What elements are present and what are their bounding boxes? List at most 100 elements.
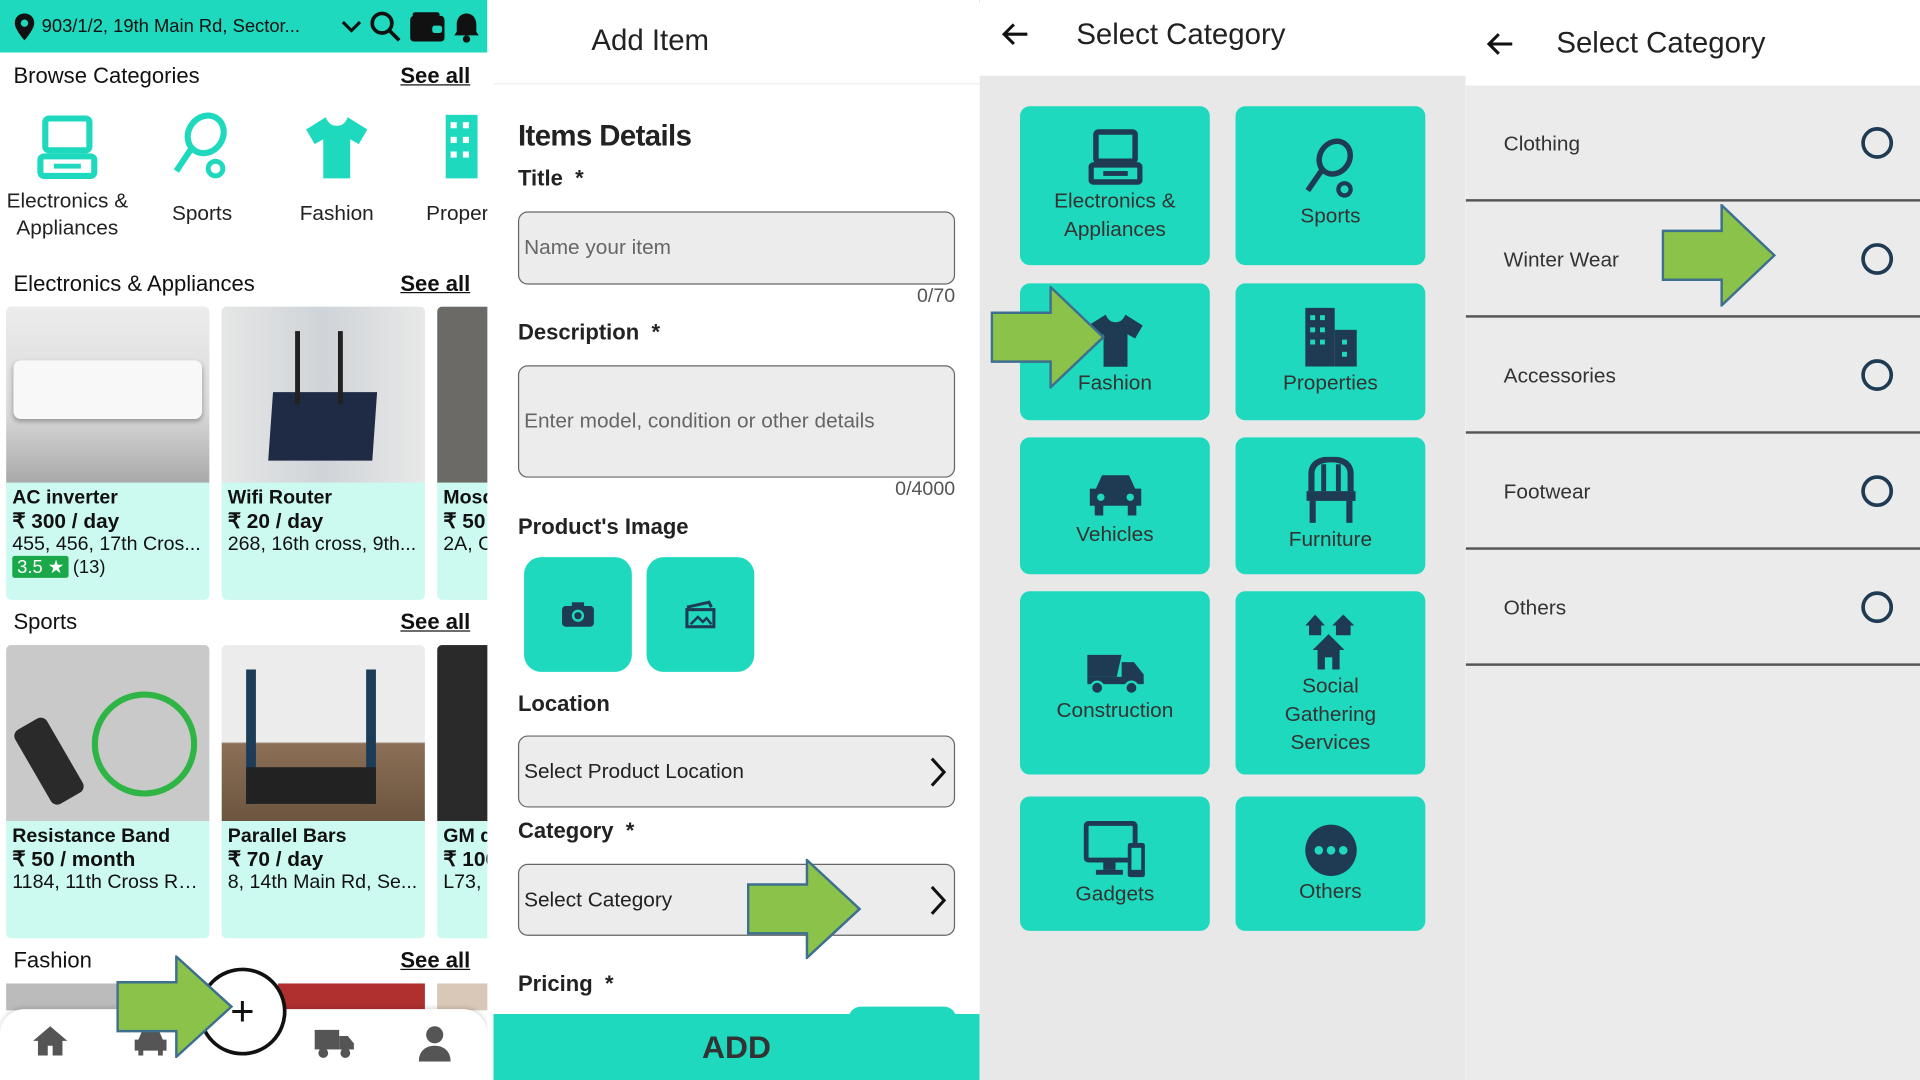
location-select-text: Select Product Location (524, 759, 744, 783)
product-address: 2A, C (443, 533, 487, 555)
tile-furniture[interactable]: Furniture (1235, 437, 1426, 575)
devices-icon (1083, 820, 1145, 878)
see-all-link[interactable]: See all (400, 271, 470, 297)
radio-button[interactable] (1861, 127, 1894, 159)
see-all-link[interactable]: See all (400, 948, 470, 974)
tile-social-gathering[interactable]: Social Gathering Services (1235, 591, 1426, 775)
title-input[interactable]: Name your item (517, 211, 956, 285)
product-card[interactable]: GM d ₹ 100 L73, (437, 645, 488, 939)
location-text[interactable]: 903/1/2, 19th Main Rd, Sector... (42, 16, 333, 37)
home-icon[interactable] (32, 1024, 69, 1064)
product-image-label: Product's Image (517, 514, 689, 539)
tile-label: Electronics & Appliances (1054, 189, 1176, 241)
radio-button[interactable] (1861, 243, 1894, 275)
product-name: Parallel Bars (227, 825, 347, 847)
tile-sports[interactable]: Sports (1235, 106, 1426, 266)
option-others[interactable]: Others (1465, 550, 1920, 666)
option-label: Others (1503, 596, 1567, 620)
tile-gadgets[interactable]: Gadgets (1020, 796, 1210, 931)
product-address: 8, 14th Main Rd, Se... (227, 872, 418, 894)
description-input[interactable]: Enter model, condition or other details (517, 365, 956, 478)
tile-label: Vehicles (1076, 522, 1154, 547)
product-name: Resistance Band (12, 825, 171, 847)
category-electronics[interactable]: Electronics & Appliances (0, 108, 135, 242)
section-title: Browse Categories (13, 63, 200, 88)
wallet-icon[interactable] (409, 10, 446, 42)
profile-icon[interactable] (418, 1025, 451, 1068)
tile-electronics[interactable]: Electronics & Appliances (1020, 106, 1210, 266)
product-name: GM d (443, 825, 488, 847)
radio-button[interactable] (1861, 475, 1894, 508)
back-arrow-icon[interactable] (1486, 32, 1514, 63)
product-image (221, 645, 425, 821)
chevron-right-icon (930, 757, 947, 786)
tile-construction[interactable]: Construction (1020, 591, 1210, 775)
bell-icon[interactable] (453, 10, 480, 43)
add-item-screen: Add Item Items Details Title * Name your… (493, 0, 980, 1080)
category-properties[interactable]: Proper (416, 108, 487, 228)
title-label-text: Title (517, 166, 563, 191)
product-address: 455, 456, 17th Cros... (12, 533, 201, 555)
category-label: Proper (426, 201, 488, 225)
racket-icon (173, 112, 227, 179)
add-button[interactable]: ADD (493, 1014, 980, 1080)
see-all-link[interactable]: See all (400, 64, 470, 90)
product-card[interactable]: Parallel Bars ₹ 70 / day 8, 14th Main Rd… (221, 645, 425, 939)
category-fashion[interactable]: Fashion (282, 108, 392, 228)
tile-vehicles[interactable]: Vehicles (1020, 437, 1210, 575)
laptop-icon (1087, 129, 1142, 185)
back-arrow-icon[interactable] (1001, 22, 1029, 53)
annotation-arrow-icon (746, 858, 862, 960)
tile-properties[interactable]: Properties (1235, 283, 1426, 421)
camera-button[interactable] (524, 557, 632, 672)
category-grid: Electronics & Appliances Sports Fashion … (979, 75, 1466, 1080)
product-card[interactable]: AC inverter ₹ 300 / day 455, 456, 17th C… (6, 306, 210, 600)
product-card[interactable]: Mosq ₹ 50 2A, C (437, 306, 488, 600)
section-title: Electronics & Appliances (13, 271, 255, 296)
product-name: Mosq (443, 487, 487, 509)
tile-label: Furniture (1288, 527, 1373, 551)
radio-button[interactable] (1861, 359, 1894, 391)
required-mark: * (575, 166, 584, 191)
product-image (221, 306, 425, 483)
option-footwear[interactable]: Footwear (1465, 434, 1920, 550)
pricing-label: Pricing * (518, 971, 614, 997)
tile-label: Properties (1282, 371, 1378, 395)
chevron-right-icon (930, 885, 947, 915)
tile-label: Others (1299, 879, 1362, 903)
home-screen: 903/1/2, 19th Main Rd, Sector... Browse … (0, 0, 488, 1080)
section-title: Items Details (517, 119, 692, 153)
houses-icon (1304, 614, 1354, 670)
tile-others[interactable]: Others (1235, 796, 1426, 931)
product-price: ₹ 50 / month (12, 847, 136, 872)
chair-icon (1305, 456, 1355, 523)
product-price: ₹ 70 / day (227, 847, 324, 872)
search-icon[interactable] (370, 10, 402, 42)
title-counter: 0/70 (916, 285, 956, 307)
electronics-cards: AC inverter ₹ 300 / day 455, 456, 17th C… (6, 306, 488, 600)
location-select[interactable]: Select Product Location (517, 735, 956, 808)
product-card[interactable]: Wifi Router ₹ 20 / day 268, 16th cross, … (221, 306, 425, 600)
tile-label: Social Gathering Services (1284, 674, 1377, 754)
option-clothing[interactable]: Clothing (1465, 86, 1920, 202)
radio-button[interactable] (1861, 591, 1894, 624)
category-label-text: Category (517, 818, 614, 843)
product-card[interactable]: Resistance Band ₹ 50 / month 1184, 11th … (6, 645, 210, 939)
gallery-button[interactable] (646, 557, 755, 672)
location-bar[interactable]: 903/1/2, 19th Main Rd, Sector... (0, 0, 488, 53)
product-price: ₹ 20 / day (227, 509, 324, 533)
chevron-down-icon[interactable] (340, 19, 362, 34)
tile-label: Construction (1056, 698, 1174, 723)
truck-icon[interactable] (313, 1026, 355, 1066)
category-label: Electronics & Appliances (6, 189, 129, 240)
page-title: Select Category (1556, 26, 1766, 60)
section-title: Sports (13, 609, 78, 635)
category-select-text: Select Category (524, 887, 673, 911)
option-accessories[interactable]: Accessories (1465, 318, 1920, 434)
category-sports[interactable]: Sports (147, 108, 257, 228)
tile-label: Gadgets (1075, 882, 1155, 906)
category-select[interactable]: Select Category (517, 863, 956, 936)
see-all-link[interactable]: See all (400, 610, 470, 636)
annotation-arrow-icon (990, 285, 1106, 389)
pricing-label-text: Pricing (517, 971, 593, 996)
